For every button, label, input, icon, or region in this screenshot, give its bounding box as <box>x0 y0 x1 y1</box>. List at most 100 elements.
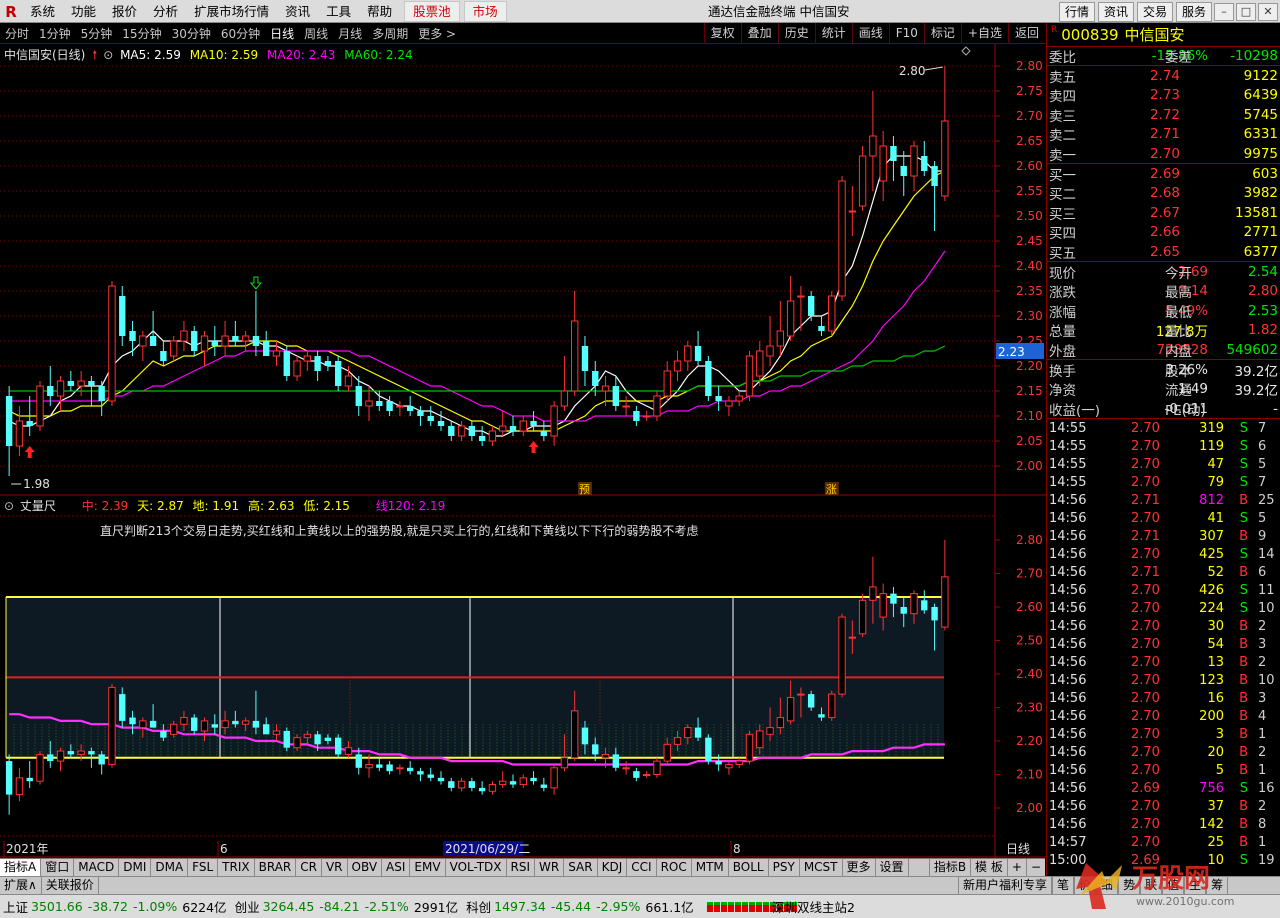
tick-list[interactable]: 14:55 2.70 319 S 7 14:55 2.70 119 S 6 14:55 2.70 47 S… <box>1047 419 1280 869</box>
weicha-value: -10298 <box>1230 48 1278 65</box>
indicator-tab-21[interactable]: BOLL <box>729 859 769 876</box>
indicator-tab-20[interactable]: MTM <box>692 859 729 876</box>
indicator-tab-18[interactable]: CCI <box>627 859 657 876</box>
period-tab-8[interactable]: 月线 <box>333 25 367 42</box>
period-tab-6[interactable]: 日线 <box>265 25 299 42</box>
chart-tool-2[interactable]: 历史 <box>777 23 815 44</box>
menu-item-2[interactable]: 报价 <box>104 0 145 23</box>
top-button-1[interactable]: 资讯 <box>1097 1 1134 22</box>
menu-item-6[interactable]: 工具 <box>318 0 359 23</box>
chart-tool-6[interactable]: 标记 <box>923 23 961 44</box>
indicator-tab-8[interactable]: CR <box>296 859 322 876</box>
up-arrow-icon: 🠕 <box>92 48 98 62</box>
indicator-tab-4[interactable]: DMA <box>151 859 189 876</box>
period-tab-0[interactable]: 分时 <box>0 25 34 42</box>
index-cy-name[interactable]: 创业 <box>235 897 260 916</box>
settings-dropdown-icon[interactable]: ⊙ <box>103 48 113 62</box>
main-menu: R 系统 功能 报价 分析 扩展市场行情 资讯 工具 帮助 股票池 市场 <box>0 0 507 23</box>
indicator-tab-23[interactable]: MCST <box>800 859 843 876</box>
menu-item-3[interactable]: 分析 <box>145 0 186 23</box>
chart-tool-0[interactable]: 复权 <box>703 23 741 44</box>
top-button-2[interactable]: 交易 <box>1136 1 1173 22</box>
indicator-right-tab-2[interactable]: + <box>1006 859 1026 876</box>
ask-row[interactable]: 卖五 2.74 9122 <box>1047 66 1280 86</box>
indicator-tab-22[interactable]: PSY <box>769 859 800 876</box>
main-kline-chart[interactable]: 2.80 2.75 2.70 2.65 2.60 2.55 2.50 2.45 2.40 2.35… <box>0 44 1046 496</box>
indicator-tab-15[interactable]: WR <box>535 859 565 876</box>
ext-right-1[interactable]: 笔 <box>1052 877 1075 894</box>
indicator-tab-12[interactable]: EMV <box>410 859 446 876</box>
period-tab-1[interactable]: 1分钟 <box>34 25 76 42</box>
indicator-tab-19[interactable]: ROC <box>657 859 692 876</box>
period-tab-7[interactable]: 周线 <box>299 25 333 42</box>
stat-row-label: 现价 <box>1049 265 1076 282</box>
period-tab-9[interactable]: 多周期 <box>367 25 413 42</box>
indicator-right-tab-0[interactable]: 指标B <box>928 859 970 876</box>
period-tab-2[interactable]: 5分钟 <box>76 25 118 42</box>
expand-icon[interactable] <box>961 46 971 56</box>
ask-row[interactable]: 卖一 2.70 9975 <box>1047 144 1280 164</box>
chart-tool-4[interactable]: 画线 <box>851 23 889 44</box>
indicator-tab-9[interactable]: VR <box>322 859 348 876</box>
top-button-0[interactable]: 行情 <box>1058 1 1095 22</box>
indicator-tab-13[interactable]: VOL-TDX <box>446 859 507 876</box>
chart-tool-5[interactable]: F10 <box>888 23 924 44</box>
indicator-tab-3[interactable]: DMI <box>119 859 152 876</box>
maximize-icon[interactable]: □ <box>1236 2 1256 21</box>
indicator-tab-14[interactable]: RSI <box>507 859 536 876</box>
menu-red-item-1[interactable]: 市场 <box>463 1 507 22</box>
indicator-tab-5[interactable]: FSL <box>188 859 219 876</box>
ext-left-1[interactable]: 关联报价 <box>42 877 99 894</box>
bid-row[interactable]: 买三 2.67 13581 <box>1047 203 1280 223</box>
indicator-right-tab-3[interactable]: − <box>1025 859 1045 876</box>
ask-row[interactable]: 卖三 2.72 5745 <box>1047 105 1280 125</box>
ext-left-0[interactable]: 扩展∧ <box>0 877 42 894</box>
menu-item-0[interactable]: 系统 <box>22 0 63 23</box>
index-kc-name[interactable]: 科创 <box>466 897 491 916</box>
ask-row[interactable]: 卖四 2.73 6439 <box>1047 86 1280 105</box>
chart-tool-3[interactable]: 统计 <box>814 23 852 44</box>
period-tab-5[interactable]: 60分钟 <box>216 25 265 42</box>
sub-candle <box>457 777 466 792</box>
bid-row[interactable]: 买一 2.69 603 <box>1047 164 1280 184</box>
menu-item-7[interactable]: 帮助 <box>359 0 400 23</box>
menu-red-item-0[interactable]: 股票池 <box>404 1 460 22</box>
settings-dropdown-icon[interactable]: ⊙ <box>4 499 14 513</box>
indicator-tab-6[interactable]: TRIX <box>218 859 255 876</box>
indicator-tab-11[interactable]: ASI <box>382 859 411 876</box>
indicator-tab-24[interactable]: 更多 <box>843 859 876 876</box>
period-tab-3[interactable]: 15分钟 <box>117 25 166 42</box>
sub-candle <box>745 730 754 765</box>
bid-row[interactable]: 买五 2.65 6377 <box>1047 242 1280 262</box>
chart-tool-8[interactable]: 返回 <box>1007 23 1045 44</box>
period-tab-4[interactable]: 30分钟 <box>167 25 216 42</box>
ask-row[interactable]: 卖二 2.71 6331 <box>1047 125 1280 144</box>
top-button-3[interactable]: 服务 <box>1175 1 1212 22</box>
indicator-tab-16[interactable]: SAR <box>564 859 598 876</box>
indicator-tab-0[interactable]: 指标A <box>0 859 42 876</box>
menu-item-1[interactable]: 功能 <box>63 0 104 23</box>
indicator-tab-25[interactable]: 设置 <box>876 859 909 876</box>
sub-candle <box>406 761 414 775</box>
menu-item-4[interactable]: 扩展市场行情 <box>186 0 277 23</box>
tick-price: 2.70 <box>1131 798 1160 814</box>
ext-right-0[interactable]: 新用户福利专享 <box>958 877 1053 894</box>
indicator-right-tab-1[interactable]: 模 板 <box>970 859 1007 876</box>
main-candle <box>180 321 188 351</box>
indicator-tab-7[interactable]: BRAR <box>255 859 297 876</box>
menu-item-5[interactable]: 资讯 <box>277 0 318 23</box>
bid-row[interactable]: 买四 2.66 2771 <box>1047 223 1280 242</box>
indicator-tab-1[interactable]: 窗口 <box>41 859 75 876</box>
period-tab-10[interactable]: 更多 > <box>413 25 461 42</box>
minimize-icon[interactable]: – <box>1214 2 1234 21</box>
bid-row[interactable]: 买二 2.68 3982 <box>1047 184 1280 203</box>
close-icon[interactable]: ✕ <box>1258 2 1278 21</box>
indicator-tab-17[interactable]: KDJ <box>598 859 628 876</box>
chart-tool-7[interactable]: +自选 <box>960 23 1008 44</box>
ruler-indicator-chart[interactable]: 2.80 2.70 2.60 2.50 2.40 2.30 2.20 2.10 2.00 2021… <box>0 496 1046 858</box>
index-sh-name[interactable]: 上证 <box>3 897 28 916</box>
server-name[interactable]: 深圳双线主站2 <box>772 897 855 916</box>
indicator-tab-10[interactable]: OBV <box>348 859 383 876</box>
chart-tool-1[interactable]: 叠加 <box>740 23 778 44</box>
indicator-tab-2[interactable]: MACD <box>74 859 120 876</box>
